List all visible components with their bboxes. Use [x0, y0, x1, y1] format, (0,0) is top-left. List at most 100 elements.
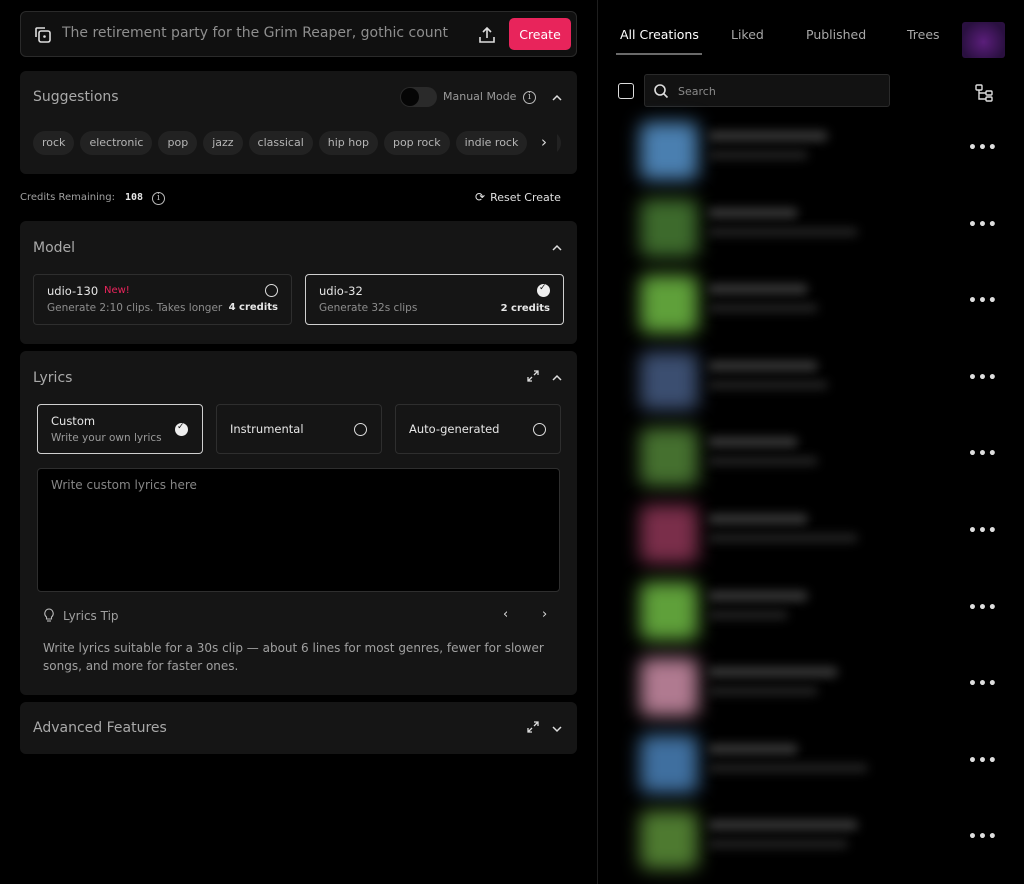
model-desc: Generate 32s clips [319, 302, 418, 314]
credits-value: 108 [125, 192, 144, 203]
prompt-input[interactable]: The retirement party for the Grim Reaper… [62, 25, 477, 41]
model-name: udio-130 [47, 284, 99, 298]
search-icon [654, 84, 669, 99]
list-item[interactable]: ••• [628, 272, 1008, 338]
blurred-title [708, 361, 818, 371]
radio-icon[interactable] [533, 423, 546, 436]
more-options-icon[interactable]: ••• [968, 673, 997, 695]
prompt-bar: The retirement party for the Grim Reaper… [20, 11, 577, 57]
more-options-icon[interactable]: ••• [968, 750, 997, 772]
tab-liked[interactable]: Liked [731, 27, 764, 42]
track-thumbnail [640, 811, 698, 869]
chevron-left-icon[interactable]: ‹ [503, 607, 508, 622]
info-icon[interactable]: i [523, 91, 536, 104]
genre-chip[interactable]: rock [33, 131, 75, 155]
track-thumbnail [640, 122, 698, 180]
more-options-icon[interactable]: ••• [968, 290, 997, 312]
blurred-title [708, 667, 838, 677]
option-title: Instrumental [230, 422, 304, 436]
genre-chip[interactable]: hip hop [318, 131, 378, 155]
more-options-icon[interactable]: ••• [968, 214, 997, 236]
model-credits: 4 credits [228, 302, 278, 313]
option-title: Custom [51, 414, 96, 428]
genre-chip[interactable]: indie rock [455, 131, 528, 155]
blurred-subtitle [708, 151, 808, 159]
tab-published[interactable]: Published [806, 27, 866, 42]
track-thumbnail [640, 428, 698, 486]
more-options-icon[interactable]: ••• [968, 597, 997, 619]
list-item[interactable]: ••• [628, 502, 1008, 568]
radio-icon[interactable] [265, 284, 278, 297]
reset-create-button[interactable]: ⟳ Reset Create [475, 190, 561, 204]
list-item[interactable]: ••• [628, 655, 1008, 721]
genre-chip[interactable]: pop rock [383, 131, 450, 155]
search-input[interactable] [678, 81, 883, 101]
model-option-udio-32[interactable]: udio-32 Generate 32s clips 2 credits [305, 274, 564, 325]
lyrics-panel: Lyrics Custom Write your own lyrics Inst… [20, 351, 577, 695]
genre-chip[interactable]: pop [158, 131, 198, 155]
track-thumbnail [640, 658, 698, 716]
genre-chip[interactable]: jazz [203, 131, 243, 155]
upload-icon[interactable] [477, 25, 497, 45]
blurred-title [708, 744, 798, 754]
lyrics-option-instrumental[interactable]: Instrumental [216, 404, 382, 454]
list-item[interactable]: ••• [628, 808, 1008, 874]
more-options-icon[interactable]: ••• [968, 137, 997, 159]
track-thumbnail [640, 199, 698, 257]
radio-icon[interactable] [354, 423, 367, 436]
new-badge: New! [104, 285, 130, 296]
lyrics-option-custom[interactable]: Custom Write your own lyrics [37, 404, 203, 454]
blurred-subtitle [708, 228, 858, 236]
expand-icon[interactable] [527, 370, 539, 382]
create-button[interactable]: Create [509, 18, 571, 50]
active-tab-indicator [616, 53, 702, 55]
more-options-icon[interactable]: ••• [968, 520, 997, 542]
refresh-icon: ⟳ [475, 190, 486, 204]
blurred-subtitle [708, 764, 868, 772]
list-item[interactable]: ••• [628, 732, 1008, 798]
more-options-icon[interactable]: ••• [968, 443, 997, 465]
genre-chip[interactable]: electronic [80, 131, 153, 155]
blurred-subtitle [708, 611, 788, 619]
tab-all-creations[interactable]: All Creations [620, 27, 699, 42]
more-options-icon[interactable]: ••• [968, 367, 997, 389]
radio-checked-icon[interactable] [175, 422, 188, 436]
track-thumbnail [640, 275, 698, 333]
dice-icon[interactable] [33, 25, 53, 45]
blurred-subtitle [708, 840, 848, 848]
chevron-down-icon[interactable] [552, 724, 562, 734]
lyrics-title: Lyrics [33, 370, 73, 386]
list-item[interactable]: ••• [628, 579, 1008, 645]
select-all-checkbox[interactable] [618, 83, 634, 99]
chevron-right-icon[interactable]: › [531, 130, 557, 156]
list-item[interactable]: ••• [628, 425, 1008, 491]
genre-chip[interactable]: classical [248, 131, 313, 155]
list-item[interactable]: ••• [628, 196, 1008, 262]
lyrics-option-auto-generated[interactable]: Auto-generated [395, 404, 561, 454]
chevron-right-icon[interactable]: › [542, 607, 547, 622]
list-item[interactable]: ••• [628, 349, 1008, 415]
manual-mode-label: Manual Mode [443, 90, 517, 103]
tab-trees[interactable]: Trees [907, 27, 940, 42]
lyrics-tip-text: Write lyrics suitable for a 30s clip — a… [43, 641, 544, 673]
avatar[interactable] [962, 22, 1005, 58]
lyrics-tip-label: Lyrics Tip [63, 609, 119, 623]
chevron-up-icon[interactable] [552, 243, 562, 253]
list-item[interactable]: ••• [628, 119, 1008, 185]
advanced-features-panel[interactable]: Advanced Features [20, 702, 577, 754]
model-option-udio-130[interactable]: udio-130 New! Generate 2:10 clips. Takes… [33, 274, 292, 325]
model-credits: 2 credits [500, 303, 550, 314]
tree-view-icon[interactable] [974, 83, 994, 103]
radio-checked-icon[interactable] [537, 283, 550, 297]
create-pane: The retirement party for the Grim Reaper… [0, 0, 598, 884]
model-desc: Generate 2:10 clips. Takes longer [47, 302, 223, 314]
advanced-features-title: Advanced Features [33, 720, 167, 736]
custom-lyrics-textarea[interactable] [37, 468, 560, 592]
chevron-up-icon[interactable] [552, 373, 562, 383]
more-options-icon[interactable]: ••• [968, 826, 997, 848]
info-icon[interactable]: i [152, 192, 165, 205]
chevron-up-icon[interactable] [552, 93, 562, 103]
expand-icon[interactable] [527, 721, 539, 733]
blurred-title [708, 437, 798, 447]
manual-mode-toggle[interactable] [400, 87, 437, 107]
